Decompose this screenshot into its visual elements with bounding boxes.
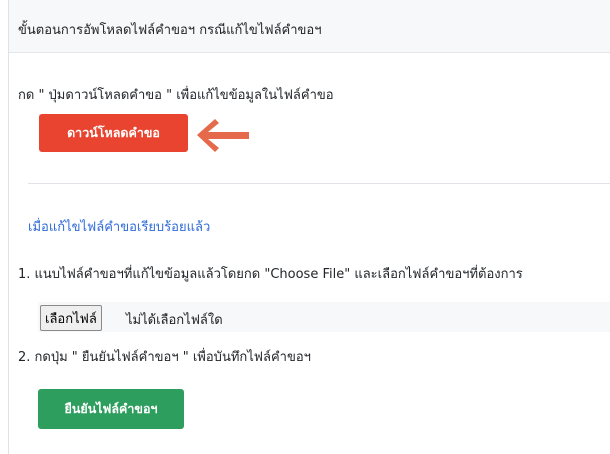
download-instruction: กด " ปุ่มดาวน์โหลดคำขอ " เพื่อแก้ไขข้อมู… — [18, 88, 334, 103]
upload-card: ขั้นตอนการอัพโหลดไฟล์คำขอฯ กรณีแก้ไขไฟล์… — [8, 0, 610, 454]
file-status: ไม่ได้เลือกไฟล์ใด — [126, 313, 223, 328]
file-input-row: เลือกไฟล์ ไม่ได้เลือกไฟล์ใด — [38, 302, 610, 332]
card-title: ขั้นตอนการอัพโหลดไฟล์คำขอฯ กรณีแก้ไขไฟล์… — [18, 23, 322, 38]
confirm-file-button[interactable]: ยืนยันไฟล์คำขอฯ — [38, 389, 184, 429]
arrow-left-icon — [197, 119, 249, 152]
after-edit-title: เมื่อแก้ไขไฟล์คำขอเรียบร้อยแล้ว — [28, 220, 211, 235]
card-header: ขั้นตอนการอัพโหลดไฟล์คำขอฯ กรณีแก้ไขไฟล์… — [9, 0, 610, 53]
choose-file-button[interactable]: เลือกไฟล์ — [40, 305, 102, 331]
step2-instruction: 2. กดปุ่ม " ยืนยันไฟล์คำขอฯ " เพื่อบันทึ… — [18, 350, 311, 365]
section-divider — [28, 183, 610, 184]
step1-instruction: 1. แนบไฟล์คำขอฯที่แก้ไขข้อมูลแล้วโดยกด "… — [18, 267, 523, 282]
download-request-button[interactable]: ดาวน์โหลดคำขอ — [39, 114, 188, 152]
